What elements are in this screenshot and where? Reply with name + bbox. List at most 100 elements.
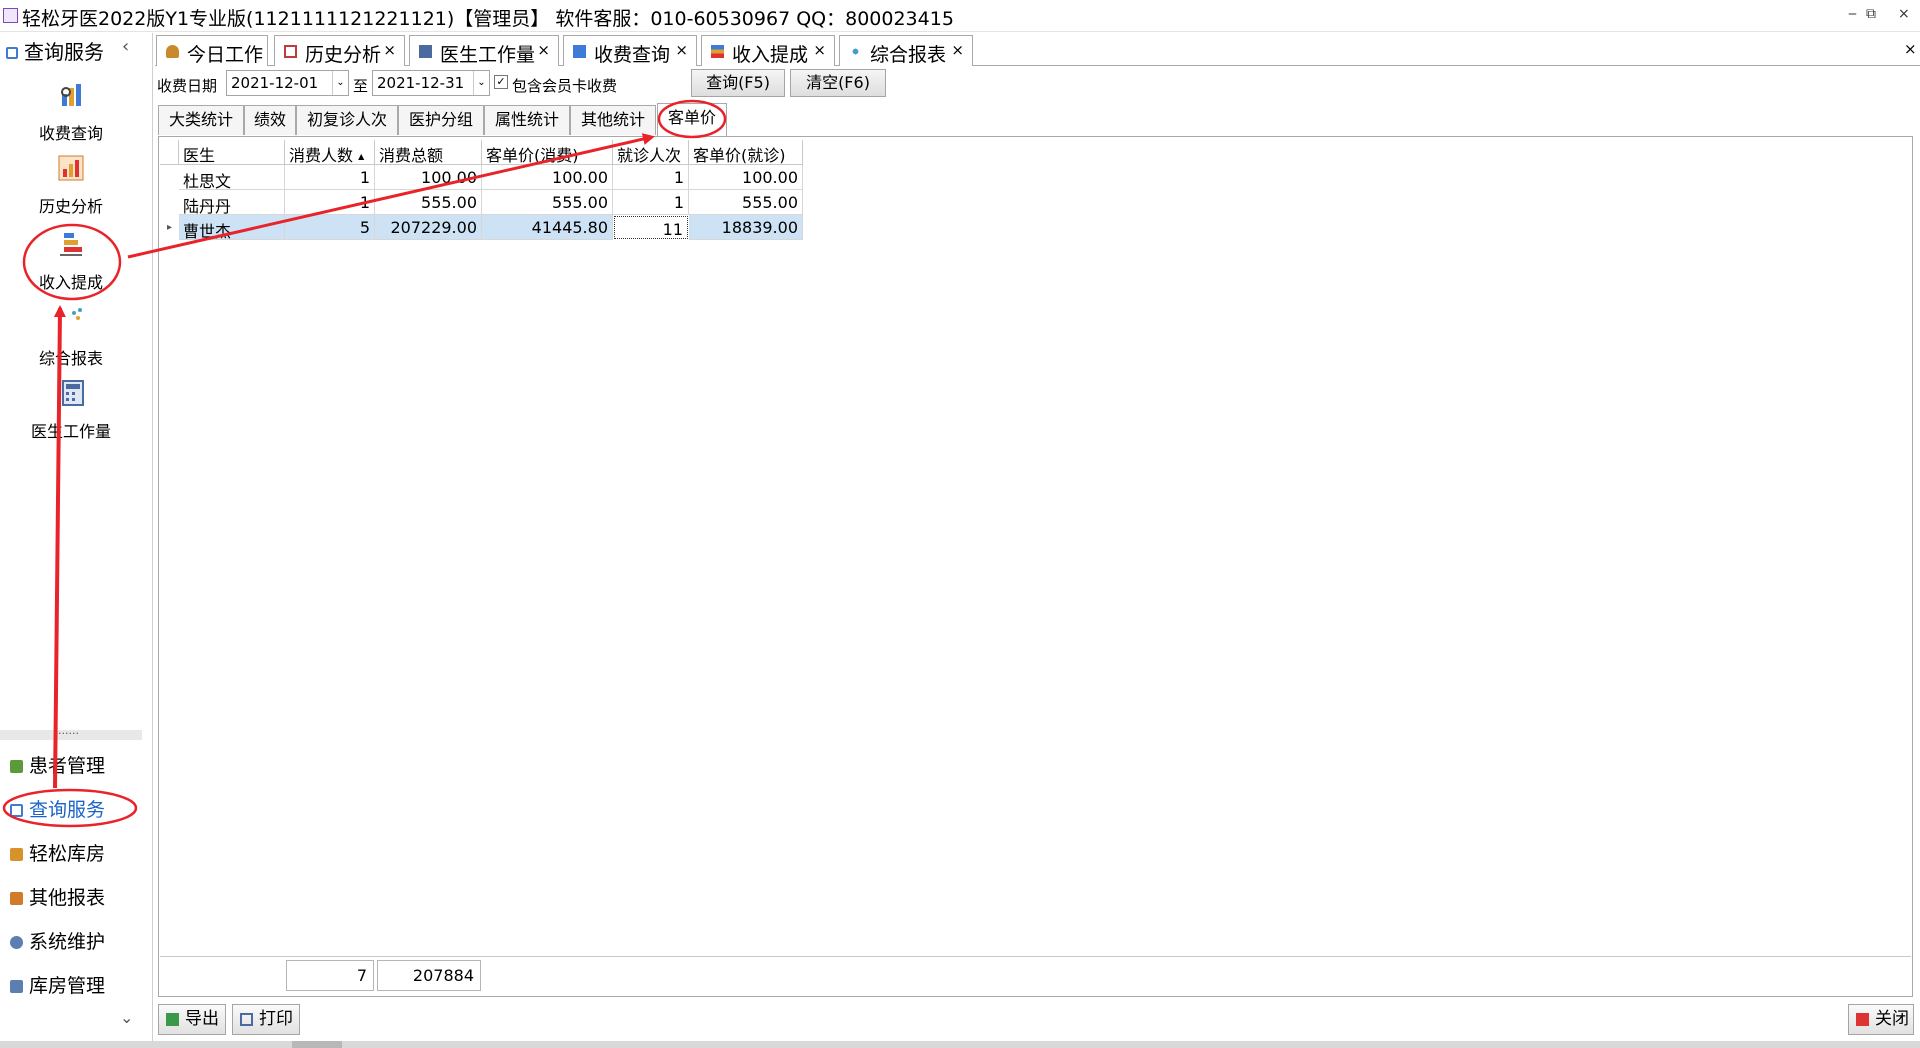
doc-tab-label: 收费查询: [594, 44, 671, 66]
subtab-first-revisit[interactable]: 初复诊人次: [296, 105, 398, 135]
cell-total-amount[interactable]: 100.00: [375, 165, 482, 190]
doc-tab-doctor-workload[interactable]: 医生工作量 ×: [409, 35, 559, 66]
tool-label: 收入提成: [38, 273, 103, 292]
include-member-checkbox[interactable]: ✓: [494, 75, 508, 89]
tool-comprehensive-report[interactable]: 综合报表: [0, 305, 142, 369]
subtab-care-group[interactable]: 医护分组: [398, 105, 484, 135]
close-all-tabs-button[interactable]: ×: [1904, 40, 1917, 58]
app-icon: [3, 8, 18, 23]
tool-doctor-workload[interactable]: 医生工作量: [0, 378, 142, 442]
clear-button[interactable]: 清空(F6): [790, 69, 886, 97]
cell-consumer-count[interactable]: 1: [285, 190, 375, 215]
doc-tab-label: 医生工作量: [440, 44, 536, 66]
export-button[interactable]: 导出: [158, 1004, 226, 1035]
column-header-avg-price-consume[interactable]: 客单价(消费): [482, 140, 613, 165]
current-row-indicator: ▸: [167, 222, 173, 233]
cell-total-amount[interactable]: 207229.00: [375, 215, 482, 240]
person-icon: [166, 45, 179, 58]
doc-tab-label: 收入提成: [732, 44, 809, 66]
doc-tab-today-work[interactable]: 今日工作: [156, 35, 268, 66]
nav-label: 患者管理: [29, 755, 106, 777]
close-label: 关闭: [1875, 1009, 1909, 1029]
nav-query-service[interactable]: 查询服务: [10, 795, 105, 822]
report-icon: [10, 892, 23, 905]
column-header-consumer-count[interactable]: 消费人数 ▲: [285, 140, 375, 165]
tool-label: 历史分析: [38, 197, 103, 216]
data-grid: [158, 136, 1913, 997]
doc-tab-comprehensive-report[interactable]: 综合报表 ×: [839, 35, 973, 66]
sidebar-scroll-down-button[interactable]: ⌄: [120, 1008, 133, 1027]
minimize-button[interactable]: ‒: [1848, 6, 1857, 22]
cell-avg-price-visit[interactable]: 100.00: [689, 165, 803, 190]
include-member-label: 包含会员卡收费: [512, 77, 618, 95]
column-header-visit-count[interactable]: 就诊人次: [613, 140, 689, 165]
cell-consumer-count[interactable]: 1: [285, 165, 375, 190]
subtab-category-stats[interactable]: 大类统计: [158, 105, 244, 135]
fee-date-label: 收费日期: [157, 77, 218, 95]
doc-tab-label: 历史分析: [305, 44, 382, 66]
subtab-performance[interactable]: 绩效: [244, 105, 296, 135]
restore-button[interactable]: ⧉: [1866, 6, 1876, 22]
horizontal-scrollbar[interactable]: [0, 1041, 1920, 1048]
people-icon: [10, 760, 23, 773]
export-icon: [166, 1013, 179, 1026]
cell-avg-price-consume[interactable]: 41445.80: [482, 215, 613, 240]
cell-visit-count[interactable]: 1: [613, 190, 689, 215]
gears-icon: [10, 936, 23, 949]
cell-visit-count-focused[interactable]: 11: [614, 216, 688, 239]
cell-avg-price-consume[interactable]: 555.00: [482, 190, 613, 215]
warehouse-icon: [10, 980, 23, 993]
date-from-value: 2021-12-01: [231, 74, 319, 92]
column-header-total-amount[interactable]: 消费总额: [375, 140, 482, 165]
doc-tab-label: 综合报表: [870, 44, 947, 66]
nav-system-maintenance[interactable]: 系统维护: [10, 927, 105, 954]
close-tab-button[interactable]: ×: [813, 41, 826, 59]
close-button[interactable]: 关闭: [1848, 1004, 1914, 1035]
column-header-avg-price-visit[interactable]: 客单价(就诊): [689, 140, 803, 165]
date-from-picker[interactable]: 2021-12-01 ⌄: [226, 70, 349, 96]
nav-other-reports[interactable]: 其他报表: [10, 883, 105, 910]
date-to-value: 2021-12-31: [377, 74, 465, 92]
chevron-down-icon[interactable]: ⌄: [332, 71, 348, 95]
tool-fee-query[interactable]: 收费查询: [0, 80, 142, 144]
collapse-sidebar-button[interactable]: ‹: [122, 36, 129, 57]
cell-doctor[interactable]: 曹世杰: [179, 215, 285, 241]
nav-warehouse-management[interactable]: 库房管理: [10, 971, 105, 998]
tool-income-commission[interactable]: 收入提成: [0, 229, 142, 293]
query-button[interactable]: 查询(F5): [691, 69, 785, 97]
doc-tab-fee-query[interactable]: 收费查询 ×: [563, 35, 697, 66]
subtab-other-stats[interactable]: 其他统计: [570, 105, 656, 135]
export-label: 导出: [185, 1009, 219, 1029]
window-close-button[interactable]: ×: [1898, 6, 1910, 22]
cell-consumer-count[interactable]: 5: [285, 215, 375, 240]
chevron-down-icon[interactable]: ⌄: [473, 71, 489, 95]
cell-total-amount[interactable]: 555.00: [375, 190, 482, 215]
nav-label: 查询服务: [29, 799, 106, 821]
date-to-picker[interactable]: 2021-12-31 ⌄: [372, 70, 490, 96]
nav-easy-storeroom[interactable]: 轻松库房: [10, 839, 105, 866]
nav-label: 库房管理: [29, 975, 106, 997]
tool-history-analysis[interactable]: 历史分析: [0, 153, 142, 217]
nav-patient-management[interactable]: 患者管理: [10, 751, 105, 778]
cell-avg-price-visit[interactable]: 18839.00: [689, 215, 803, 240]
doc-tab-income-commission[interactable]: 收入提成 ×: [701, 35, 835, 66]
tool-label: 综合报表: [38, 349, 103, 368]
close-tab-button[interactable]: ×: [951, 41, 964, 59]
cell-doctor[interactable]: 杜思文: [179, 165, 285, 191]
close-tab-button[interactable]: ×: [537, 41, 550, 59]
sidebar-header: 查询服务: [6, 36, 104, 65]
print-button[interactable]: 打印: [232, 1004, 300, 1035]
bar-search-icon: [573, 45, 586, 58]
scrollbar-thumb[interactable]: [292, 1041, 342, 1048]
doc-tab-history-analysis[interactable]: 历史分析 ×: [274, 35, 405, 66]
cell-avg-price-visit[interactable]: 555.00: [689, 190, 803, 215]
print-label: 打印: [259, 1009, 293, 1029]
subtab-attribute-stats[interactable]: 属性统计: [484, 105, 570, 135]
cell-doctor[interactable]: 陆丹丹: [179, 190, 285, 216]
close-tab-button[interactable]: ×: [675, 41, 688, 59]
cell-visit-count[interactable]: 1: [613, 165, 689, 190]
column-header-doctor[interactable]: 医生: [179, 140, 285, 165]
cell-avg-price-consume[interactable]: 100.00: [482, 165, 613, 190]
subtab-average-price[interactable]: 客单价: [657, 103, 727, 136]
close-tab-button[interactable]: ×: [383, 41, 396, 59]
